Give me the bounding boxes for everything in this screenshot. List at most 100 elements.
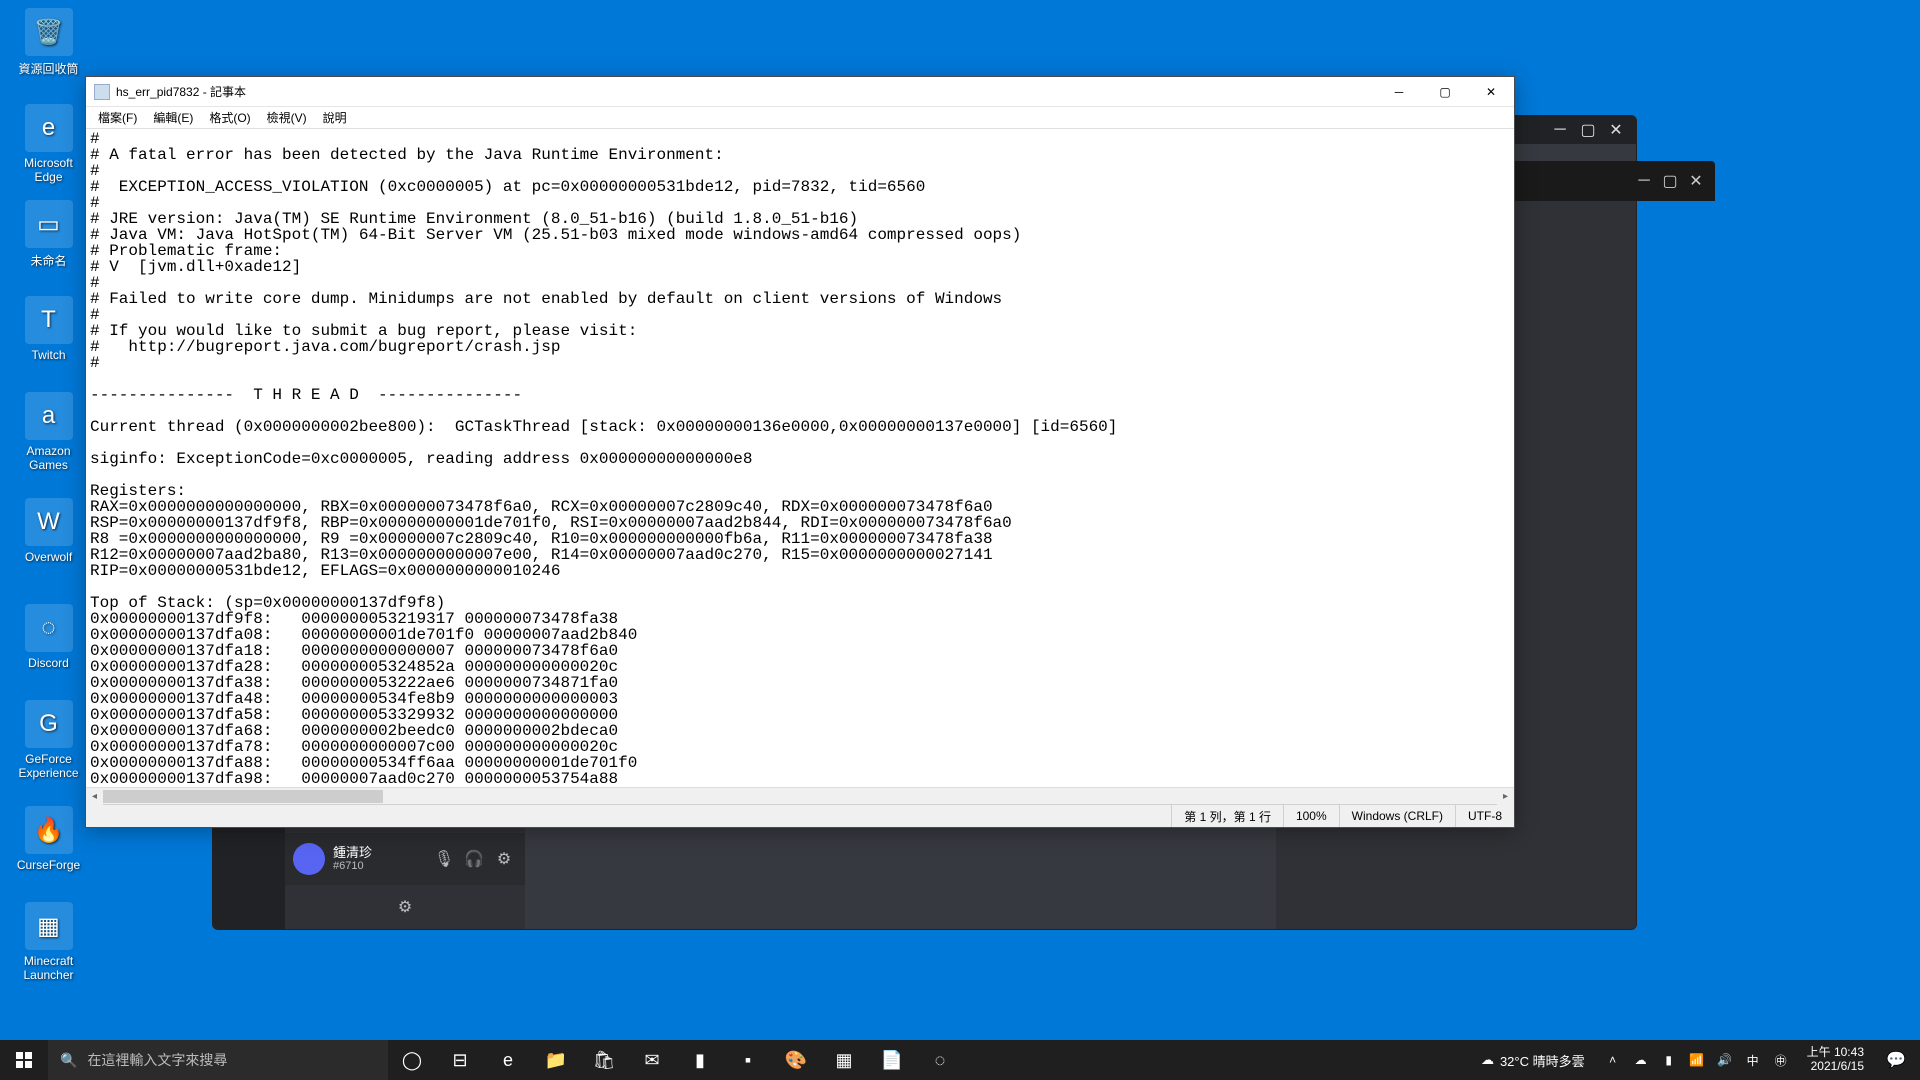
desktop-icon-geforce-experience[interactable]: G GeForce Experience [11, 700, 86, 780]
desktop-icon-twitch[interactable]: T Twitch [11, 296, 86, 362]
taskbar: 🔍 在這裡輸入文字來搜尋 ◯ ⊟ e 📁 🛍 ✉ ▮ ▪ 🎨 ▦ 📄 ◌ ☁ 3… [0, 1040, 1920, 1080]
taskbar-weather[interactable]: ☁ 32°C 晴時多雲 [1471, 1051, 1595, 1070]
maximize-icon[interactable]: ▢ [1657, 171, 1683, 191]
minecraft-icon[interactable]: ▦ [820, 1040, 868, 1080]
task-view-icon[interactable]: ◯ [388, 1040, 436, 1080]
desktop-icon-microsoft-edge[interactable]: e Microsoft Edge [11, 104, 86, 184]
notepad-taskbar-icon[interactable]: 📄 [868, 1040, 916, 1080]
app-icon: 🗑️ [25, 8, 73, 56]
notepad-statusbar: 第 1 列，第 1 行 100% Windows (CRLF) UTF-8 [86, 804, 1514, 827]
taskbar-pinned-apps: ◯ ⊟ e 📁 🛍 ✉ ▮ ▪ 🎨 ▦ 📄 ◌ [388, 1040, 964, 1080]
windows-icon [16, 1052, 32, 1068]
status-eol: Windows (CRLF) [1339, 805, 1455, 827]
icon-label: Overwolf [25, 550, 72, 564]
icon-label: Discord [28, 656, 69, 670]
icon-label: Minecraft Launcher [11, 954, 86, 982]
icon-label: Twitch [31, 348, 65, 362]
app-icon[interactable]: ▪ [724, 1040, 772, 1080]
mic-icon[interactable]: 🎙 [431, 849, 457, 869]
app-icon: e [25, 104, 73, 152]
scroll-right-icon[interactable]: ▸ [1497, 788, 1514, 805]
weather-text: 32°C 晴時多雲 [1500, 1051, 1585, 1070]
desktop-icon-minecraft-launcher[interactable]: ▦ Minecraft Launcher [11, 902, 86, 982]
icon-label: Microsoft Edge [11, 156, 86, 184]
notepad-menubar: 檔案(F) 編輯(E) 格式(O) 檢視(V) 說明 [86, 107, 1514, 129]
headphones-icon[interactable]: 🎧 [461, 849, 487, 869]
battery-icon[interactable]: ▮ [1659, 1053, 1679, 1067]
explorer-icon[interactable]: 📁 [532, 1040, 580, 1080]
desktop-icon-curseforge[interactable]: 🔥 CurseForge [11, 806, 86, 872]
minimize-icon[interactable]: ─ [1631, 171, 1657, 191]
status-zoom: 100% [1283, 805, 1339, 827]
avatar[interactable] [293, 843, 325, 875]
clock-date: 2021/6/15 [1811, 1060, 1864, 1074]
cortana-icon[interactable]: ⊟ [436, 1040, 484, 1080]
minimize-icon[interactable]: ─ [1546, 119, 1574, 141]
paint-icon[interactable]: 🎨 [772, 1040, 820, 1080]
tray-chevron-up-icon[interactable]: ˄ [1603, 1053, 1623, 1067]
notepad-icon [94, 84, 110, 100]
close-icon[interactable]: ✕ [1602, 119, 1630, 141]
window-title: hs_err_pid7832 - 記事本 [116, 83, 1376, 100]
ime-mode-icon[interactable]: ㊥ [1771, 1052, 1791, 1069]
app-icon: a [25, 392, 73, 440]
app-icon: 🔥 [25, 806, 73, 854]
icon-label: 資源回收筒 [18, 60, 78, 77]
icon-label: CurseForge [17, 858, 80, 872]
menu-format[interactable]: 格式(O) [201, 107, 258, 128]
desktop-icon-未命名[interactable]: ▭未命名 [11, 200, 86, 269]
scroll-left-icon[interactable]: ◂ [86, 788, 103, 805]
desktop-icon-amazon-games[interactable]: a Amazon Games [11, 392, 86, 472]
taskbar-clock[interactable]: 上午 10:43 2021/6/15 [1799, 1046, 1872, 1074]
weather-icon: ☁ [1481, 1052, 1494, 1068]
mail-icon[interactable]: ✉ [628, 1040, 676, 1080]
clock-time: 上午 10:43 [1807, 1046, 1864, 1060]
maximize-button[interactable]: ▢ [1422, 77, 1468, 106]
app-icon: T [25, 296, 73, 344]
office-icon[interactable]: ▮ [676, 1040, 724, 1080]
store-icon[interactable]: 🛍 [580, 1040, 628, 1080]
notepad-text-area[interactable]: # # A fatal error has been detected by t… [86, 129, 1514, 787]
app-icon: W [25, 498, 73, 546]
icon-label: Amazon Games [11, 444, 86, 472]
maximize-icon[interactable]: ▢ [1574, 119, 1602, 141]
ime-indicator[interactable]: 中 [1743, 1052, 1763, 1069]
taskbar-search[interactable]: 🔍 在這裡輸入文字來搜尋 [48, 1040, 388, 1080]
menu-edit[interactable]: 編輯(E) [145, 107, 201, 128]
start-button[interactable] [0, 1040, 48, 1080]
user-name: 鍾清珍 [333, 846, 372, 860]
notepad-window[interactable]: hs_err_pid7832 - 記事本 ─ ▢ ✕ 檔案(F) 編輯(E) 格… [85, 76, 1515, 828]
app-icon: ◌ [25, 604, 73, 652]
menu-help[interactable]: 說明 [315, 107, 355, 128]
desktop-icon-discord[interactable]: ◌ Discord [11, 604, 86, 670]
icon-label: GeForce Experience [11, 752, 86, 780]
system-tray: ˄ ☁ ▮ 📶 🔊 中 ㊥ [1595, 1040, 1799, 1080]
wifi-icon[interactable]: 📶 [1687, 1053, 1707, 1067]
edge-icon[interactable]: e [484, 1040, 532, 1080]
volume-icon[interactable]: 🔊 [1715, 1053, 1735, 1067]
status-position: 第 1 列，第 1 行 [1171, 805, 1283, 827]
background-window-titlebar: ─ ▢ ✕ [1505, 161, 1715, 201]
status-encoding: UTF-8 [1455, 805, 1514, 827]
search-icon: 🔍 [60, 1052, 77, 1069]
discord-taskbar-icon[interactable]: ◌ [916, 1040, 964, 1080]
notepad-titlebar[interactable]: hs_err_pid7832 - 記事本 ─ ▢ ✕ [86, 77, 1514, 107]
close-icon[interactable]: ✕ [1683, 171, 1709, 191]
menu-view[interactable]: 檢視(V) [259, 107, 315, 128]
menu-file[interactable]: 檔案(F) [90, 107, 145, 128]
onedrive-icon[interactable]: ☁ [1631, 1053, 1651, 1067]
desktop-icon-overwolf[interactable]: W Overwolf [11, 498, 86, 564]
minimize-button[interactable]: ─ [1376, 77, 1422, 106]
close-button[interactable]: ✕ [1468, 77, 1514, 106]
action-center-icon[interactable]: 💬 [1872, 1040, 1920, 1080]
gear-icon[interactable]: ⚙ [491, 849, 517, 869]
user-tag: #6710 [333, 860, 372, 872]
icon-label: 未命名 [30, 252, 66, 269]
discord-userbar: 鍾清珍 #6710 🎙 🎧 ⚙ [285, 833, 525, 885]
desktop-icon-資源回收筒[interactable]: 🗑️ 資源回收筒 [11, 8, 86, 77]
app-icon: G [25, 700, 73, 748]
app-icon: ▦ [25, 902, 73, 950]
scrollbar-thumb[interactable] [103, 790, 383, 803]
horizontal-scrollbar[interactable]: ◂ ▸ [86, 787, 1514, 804]
settings-gear-icon[interactable]: ⚙ [285, 885, 525, 929]
